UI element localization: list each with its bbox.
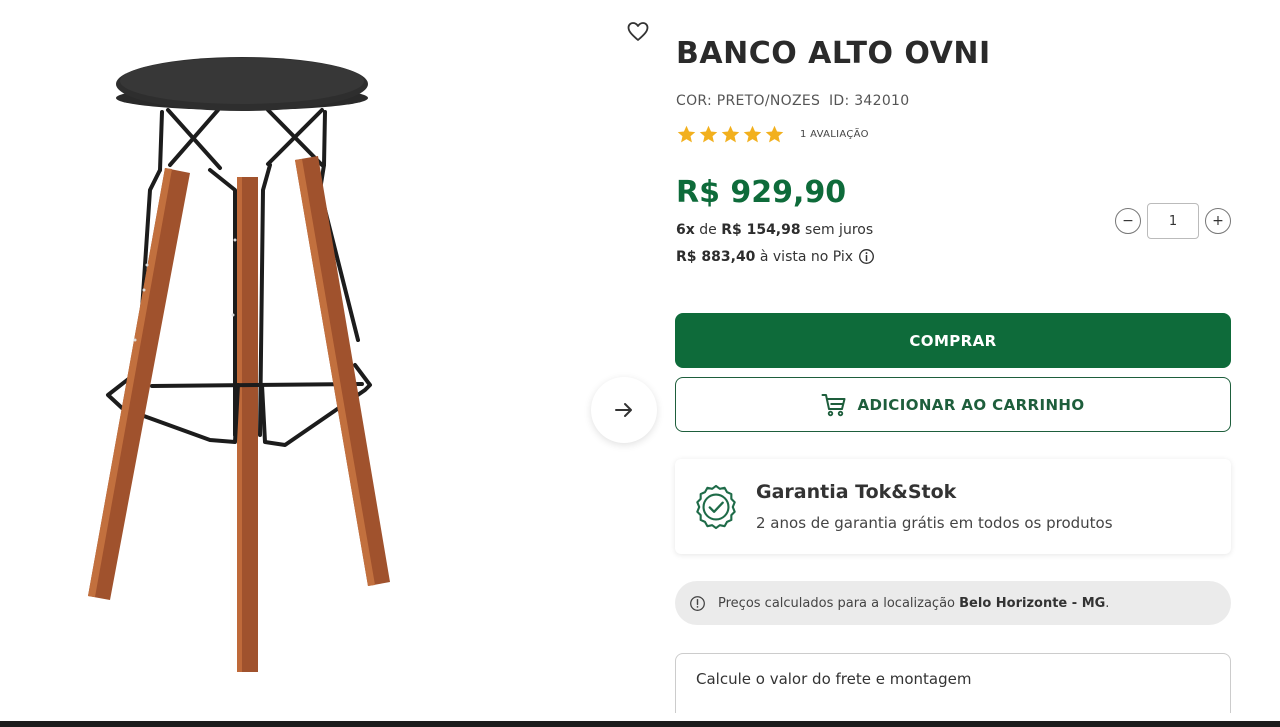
info-icon[interactable] [858, 248, 875, 265]
quantity-decrease-button[interactable]: − [1115, 208, 1141, 234]
star-icon [699, 125, 718, 143]
installments-amount: R$ 154,98 [721, 222, 801, 238]
location-text: Preços calculados para a localização Bel… [718, 596, 1109, 611]
product-rating[interactable]: 1 AVALIAÇÃO [676, 124, 869, 145]
quantity-stepper: − + [1115, 203, 1231, 239]
freight-label: Calcule o valor do frete e montagem [696, 670, 972, 688]
next-image-button[interactable] [591, 377, 657, 443]
product-color: COR: PRETO/NOZES [676, 93, 821, 109]
installments-de: de [694, 222, 722, 238]
arrow-right-icon [615, 403, 632, 417]
star-icon [765, 125, 784, 143]
product-price: R$ 929,90 [676, 175, 847, 210]
location-city: Belo Horizonte - MG [959, 595, 1106, 611]
location-suffix: . [1105, 595, 1110, 611]
location-prefix: Preços calculados para a localização [718, 595, 960, 611]
freight-calculator[interactable]: Calcule o valor do frete e montagem [675, 653, 1231, 713]
installments-suffix: sem juros [800, 222, 874, 238]
location-notice: Preços calculados para a localização Bel… [675, 581, 1231, 625]
product-meta: COR: PRETO/NOZES ID: 342010 [676, 93, 913, 109]
buy-button[interactable]: COMPRAR [675, 313, 1231, 368]
add-to-cart-label: ADICIONAR AO CARRINHO [857, 395, 1085, 414]
pix-suffix: à vista no Pix [755, 248, 854, 265]
warranty-title: Garantia Tok&Stok [756, 481, 957, 503]
star-icon [721, 125, 740, 143]
warranty-card: Garantia Tok&Stok 2 anos de garantia grá… [675, 459, 1231, 554]
favorite-button[interactable] [626, 20, 650, 44]
cart-icon [821, 393, 846, 416]
star-icon [677, 125, 696, 143]
star-icon [743, 125, 762, 143]
product-title: BANCO ALTO OVNI [676, 36, 991, 71]
bottom-bar [0, 721, 1280, 727]
rating-count[interactable]: 1 AVALIAÇÃO [800, 129, 869, 140]
installments: 6x de R$ 154,98 sem juros [676, 222, 873, 238]
pix-price: R$ 883,40 à vista no Pix [676, 248, 875, 265]
product-image [88, 57, 390, 672]
info-icon [690, 595, 705, 611]
installments-count: 6x [676, 222, 695, 238]
pix-amount: R$ 883,40 [676, 248, 756, 265]
quantity-input[interactable] [1147, 203, 1199, 239]
heart-icon [627, 22, 649, 41]
product-id: ID: 342010 [828, 93, 910, 109]
badge-check-icon [696, 484, 736, 530]
rating-stars [676, 124, 786, 145]
add-to-cart-button[interactable]: ADICIONAR AO CARRINHO [675, 377, 1231, 432]
warranty-description: 2 anos de garantia grátis em todos os pr… [756, 514, 1113, 532]
quantity-increase-button[interactable]: + [1205, 208, 1231, 234]
